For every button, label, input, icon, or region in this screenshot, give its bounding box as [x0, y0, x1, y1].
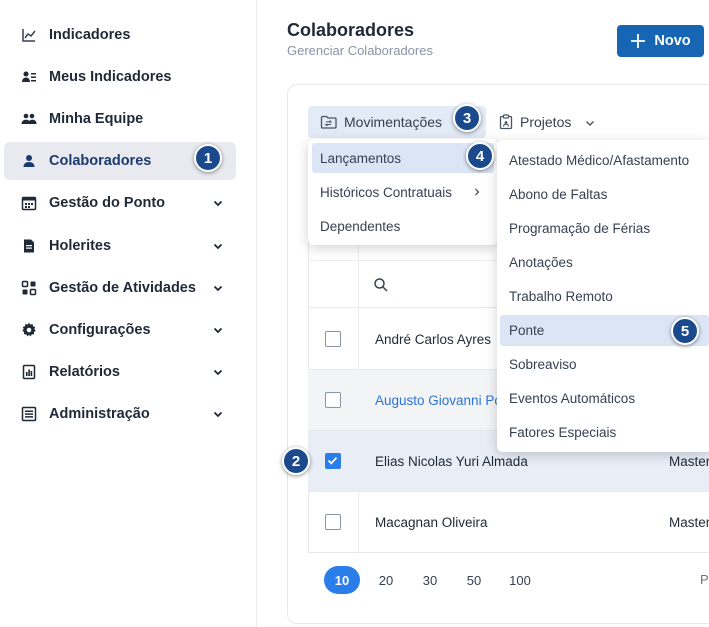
chevron-down-icon [213, 411, 223, 418]
page-size-100[interactable]: 100 [502, 566, 538, 594]
page-title: Colaboradores [287, 20, 415, 40]
table-row[interactable] [308, 492, 709, 553]
chevron-down-icon [213, 369, 223, 376]
sidebar-item-gestao-do-ponto[interactable]: Gestão do Ponto [4, 184, 236, 222]
chevron-down-icon [213, 285, 223, 292]
row-checkbox-checked[interactable] [325, 453, 341, 469]
page-size-30[interactable]: 30 [412, 566, 448, 594]
calendar-icon [21, 196, 37, 211]
user-list-icon [22, 71, 36, 82]
report-icon [22, 364, 36, 380]
submenu-item-atestado[interactable]: Atestado Médico/Afastamento [500, 145, 709, 176]
chevron-down-icon [213, 200, 223, 207]
users-icon [21, 113, 37, 124]
tab-projetos[interactable]: Projetos [496, 106, 606, 138]
row-name: Macagnan Oliveira [375, 515, 488, 530]
sidebar-item-label: Relatórios [49, 364, 120, 380]
row-checkbox[interactable] [325, 331, 341, 347]
page-size-50[interactable]: 50 [456, 566, 492, 594]
chevron-down-icon [213, 327, 223, 334]
gear-icon [22, 322, 36, 337]
new-button-label: Novo [654, 33, 691, 49]
step-badge-3: 3 [453, 104, 481, 132]
sidebar-item-administracao[interactable]: Administração [4, 395, 236, 433]
chevron-down-icon [213, 243, 223, 250]
chart-line-icon [22, 29, 36, 42]
page-size-10[interactable]: 10 [324, 566, 360, 594]
row-checkbox[interactable] [325, 514, 341, 530]
folder-transfer-icon [320, 115, 337, 129]
pagination-info: P [700, 572, 709, 587]
submenu-item-programacao-de-ferias[interactable]: Programação de Férias [500, 213, 709, 244]
submenu-item-eventos-automaticos[interactable]: Eventos Automáticos [500, 383, 709, 414]
check-icon [327, 457, 338, 465]
submenu-item-trabalho-remoto[interactable]: Trabalho Remoto [500, 281, 709, 312]
menu-item-label: Históricos Contratuais [320, 184, 453, 200]
sidebar-item-meus-indicadores[interactable]: Meus Indicadores [4, 58, 236, 96]
search-icon[interactable] [373, 277, 389, 293]
sidebar-item-label: Gestão do Ponto [49, 195, 165, 211]
row-checkbox[interactable] [325, 392, 341, 408]
sidebar-item-label: Colaboradores [49, 153, 152, 169]
chevron-down-icon [586, 121, 594, 126]
lancamentos-submenu: Atestado Médico/Afastamento Abono de Fal… [497, 140, 709, 452]
submenu-item-abono-de-faltas[interactable]: Abono de Faltas [500, 179, 709, 210]
sidebar: Indicadores Meus Indicadores Minha Equip… [0, 0, 257, 627]
row-extra: Master [669, 515, 709, 530]
sidebar-item-label: Gestão de Atividades [49, 280, 196, 296]
sidebar-item-gestao-de-atividades[interactable]: Gestão de Atividades [4, 269, 236, 307]
sidebar-item-minha-equipe[interactable]: Minha Equipe [4, 100, 236, 138]
page-subtitle: Gerenciar Colaboradores [287, 43, 433, 58]
new-button[interactable]: Novo [617, 25, 704, 57]
tab-projetos-label: Projetos [520, 114, 572, 130]
sidebar-item-label: Meus Indicadores [49, 69, 172, 85]
sidebar-item-relatorios[interactable]: Relatórios [4, 353, 236, 391]
grid-icon [21, 280, 37, 296]
submenu-item-sobreaviso[interactable]: Sobreaviso [500, 349, 709, 380]
user-icon [23, 155, 35, 167]
sidebar-item-label: Indicadores [49, 27, 131, 43]
step-badge-2: 2 [282, 447, 310, 475]
row-extra: Master [669, 454, 709, 469]
page-size-20[interactable]: 20 [368, 566, 404, 594]
submenu-item-anotacoes[interactable]: Anotações [500, 247, 709, 278]
sidebar-item-indicadores[interactable]: Indicadores [4, 16, 236, 54]
clipboard-icon [499, 114, 513, 130]
sidebar-item-holerites[interactable]: Holerites [4, 227, 236, 265]
menu-item-dependentes[interactable]: Dependentes [312, 211, 494, 241]
sidebar-item-label: Holerites [49, 238, 112, 254]
plus-icon [631, 34, 646, 48]
sidebar-item-configuracoes[interactable]: Configurações [4, 311, 236, 349]
document-icon [24, 239, 34, 253]
step-badge-4: 4 [466, 142, 494, 170]
row-name: Elias Nicolas Yuri Almada [375, 454, 528, 469]
step-badge-1: 1 [194, 144, 222, 172]
chevron-right-icon [475, 188, 480, 196]
step-badge-5: 5 [671, 317, 699, 345]
tab-movimentacoes-label: Movimentações [344, 114, 443, 130]
sidebar-item-label: Minha Equipe [49, 111, 144, 127]
row-name: André Carlos Ayres [375, 332, 492, 347]
admin-list-icon [21, 406, 37, 422]
menu-item-historicos-contratuais[interactable]: Históricos Contratuais [312, 177, 494, 207]
sidebar-item-label: Administração [49, 406, 150, 422]
submenu-item-fatores-especiais[interactable]: Fatores Especiais [500, 417, 709, 448]
sidebar-item-label: Configurações [49, 322, 151, 338]
row-name-link[interactable]: Augusto Giovanni Po [375, 393, 502, 408]
